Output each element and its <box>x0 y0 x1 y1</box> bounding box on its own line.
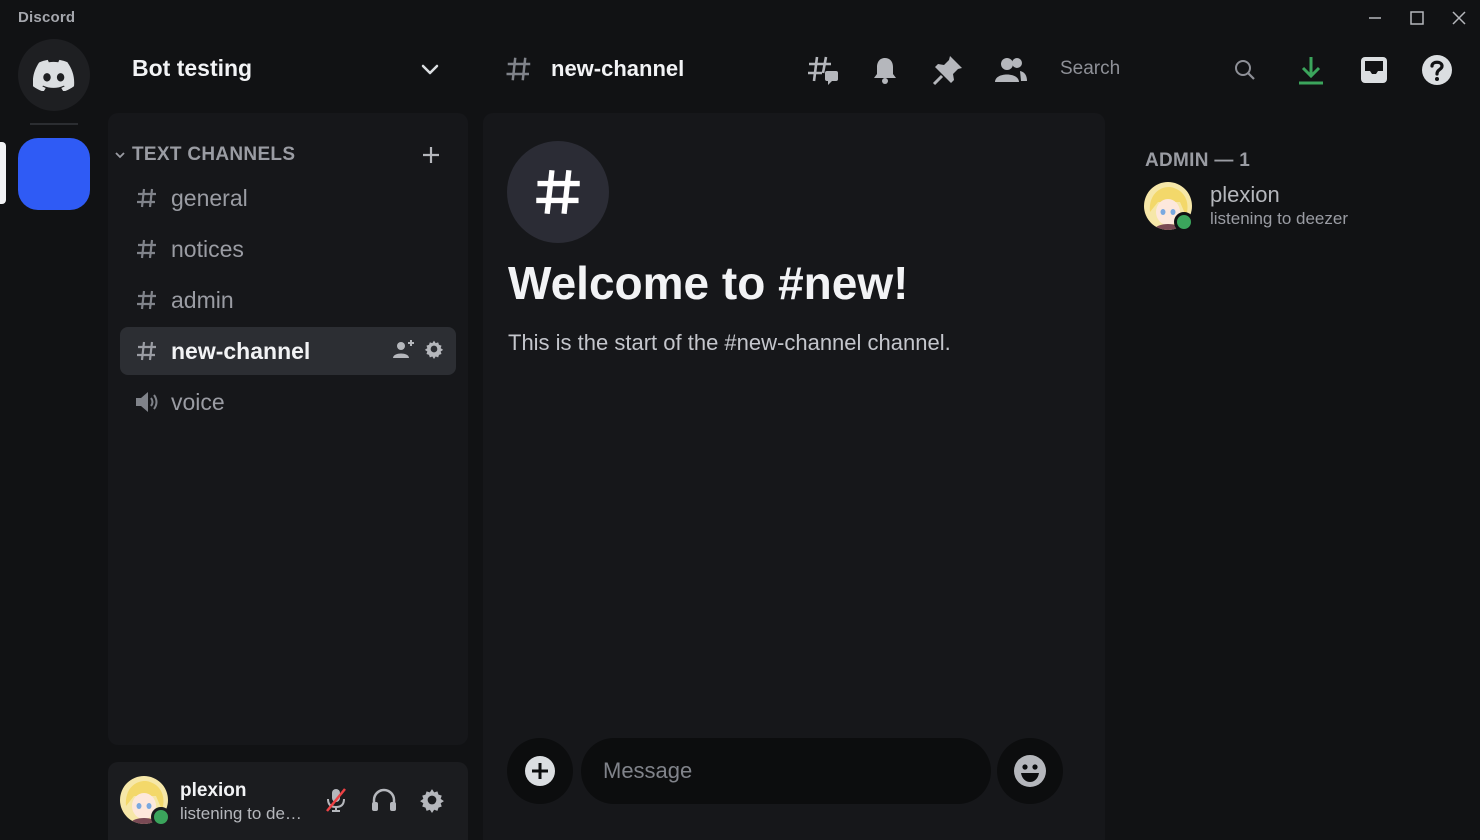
hash-icon <box>504 54 534 84</box>
channel-label: notices <box>171 235 244 262</box>
hash-icon <box>536 169 580 215</box>
channel-item-notices[interactable]: notices <box>120 225 456 273</box>
search-button[interactable] <box>1228 53 1262 87</box>
invite-icon[interactable] <box>392 338 416 365</box>
chevron-down-icon <box>115 152 125 159</box>
mute-button[interactable] <box>320 784 352 816</box>
emoji-icon <box>1014 755 1046 787</box>
rail-separator <box>30 123 78 125</box>
server-menu-button[interactable] <box>418 57 442 81</box>
emoji-button[interactable] <box>997 738 1063 804</box>
maximize-button[interactable] <box>1405 6 1429 30</box>
online-status-dot <box>151 807 171 827</box>
search-icon <box>1235 60 1255 80</box>
home-button[interactable] <box>18 39 90 111</box>
message-input[interactable] <box>603 758 991 784</box>
server-name[interactable]: Bot testing <box>132 55 252 82</box>
server-icon-bot-testing[interactable] <box>18 138 90 210</box>
online-status-dot <box>1174 212 1194 232</box>
welcome-title: Welcome to #new! <box>508 257 909 309</box>
pin-icon <box>932 56 962 86</box>
selected-server-indicator <box>0 142 6 204</box>
minimize-button[interactable] <box>1363 6 1387 30</box>
discord-logo-icon <box>33 59 75 91</box>
download-apps-button[interactable] <box>1294 53 1328 87</box>
bell-icon <box>874 58 896 84</box>
plus-circle-icon <box>525 756 555 786</box>
member-group-heading: ADMIN — 1 <box>1145 150 1251 171</box>
app-brand: Discord <box>18 9 76 26</box>
gear-icon[interactable] <box>424 339 444 364</box>
member-name[interactable]: plexion <box>1210 182 1280 208</box>
help-icon <box>1422 55 1452 85</box>
user-status: listening to deezer <box>180 804 304 823</box>
channel-item-voice[interactable]: voice <box>120 378 456 426</box>
channel-label: admin <box>171 286 234 313</box>
hash-icon <box>134 236 160 262</box>
upload-button[interactable] <box>507 738 573 804</box>
member-list-button[interactable] <box>994 53 1028 87</box>
headphones-icon <box>372 788 396 811</box>
download-icon <box>1299 57 1323 85</box>
hash-icon <box>134 185 160 211</box>
maximize-icon <box>1410 11 1424 25</box>
message-composer[interactable] <box>581 738 991 804</box>
microphone-muted-icon <box>326 788 346 812</box>
category-label: TEXT CHANNELS <box>132 144 296 165</box>
plus-icon <box>423 147 439 163</box>
close-icon <box>1452 11 1466 25</box>
user-settings-button[interactable] <box>416 784 448 816</box>
threads-button[interactable] <box>806 53 840 87</box>
minimize-icon <box>1369 17 1381 19</box>
channel-item-new-channel[interactable]: new-channel <box>120 327 456 375</box>
help-button[interactable] <box>1420 53 1454 87</box>
channel-item-admin[interactable]: admin <box>120 276 456 324</box>
hash-icon <box>134 338 160 364</box>
pinned-messages-button[interactable] <box>931 53 965 87</box>
channel-label: general <box>171 184 248 211</box>
search-placeholder: Search <box>1060 58 1121 79</box>
members-icon <box>995 58 1027 82</box>
hash-icon <box>134 287 160 313</box>
channel-hash-badge <box>507 141 609 243</box>
channel-item-general[interactable]: general <box>120 174 456 222</box>
channel-label: voice <box>171 388 225 415</box>
create-channel-button[interactable] <box>418 142 444 168</box>
speaker-icon <box>134 389 160 415</box>
chevron-down-icon <box>421 64 439 75</box>
deafen-button[interactable] <box>368 784 400 816</box>
user-name: plexion <box>180 780 247 801</box>
gear-icon <box>420 789 444 813</box>
close-window-button[interactable] <box>1447 6 1471 30</box>
inbox-icon <box>1361 57 1387 83</box>
channel-title: new-channel <box>551 56 685 81</box>
channel-label: new-channel <box>171 337 311 364</box>
member-status: listening to deezer <box>1210 209 1348 228</box>
threads-icon <box>808 56 838 85</box>
welcome-subtitle: This is the start of the #new-channel ch… <box>508 330 951 355</box>
inbox-button[interactable] <box>1357 53 1391 87</box>
notifications-button[interactable] <box>868 53 902 87</box>
category-text-channels[interactable]: TEXT CHANNELS <box>114 142 295 168</box>
